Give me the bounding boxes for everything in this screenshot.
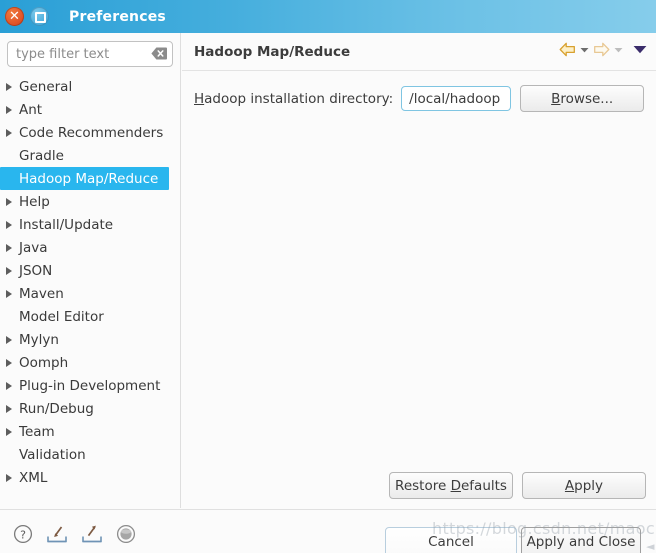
cancel-button[interactable]: Cancel — [385, 527, 517, 553]
page-nav-tools — [559, 42, 647, 57]
close-icon: ✕ — [9, 9, 20, 24]
sidebar-item-label: Ant — [19, 101, 43, 118]
sidebar-item-general[interactable]: General — [0, 75, 180, 98]
sidebar-item-label: JSON — [19, 262, 53, 279]
clear-icon[interactable] — [151, 47, 167, 60]
import-icon[interactable] — [46, 524, 68, 548]
sidebar-item-label: Hadoop Map/Reduce — [19, 170, 159, 187]
help-icon[interactable]: ? — [13, 524, 33, 548]
maximize-icon — [35, 12, 46, 23]
sphere-icon[interactable] — [116, 524, 136, 548]
sidebar-item-label: Maven — [19, 285, 64, 302]
sidebar-item-label: Help — [19, 193, 50, 210]
preferences-tree: General Ant Code Recommenders Gradle Hadoop … — [0, 75, 180, 489]
filter-field-wrapper — [7, 41, 173, 67]
hadoop-directory-row: Hadoop installation directory: Browse... — [194, 85, 656, 112]
hadoop-directory-input[interactable] — [401, 86, 512, 111]
expand-arrow-icon[interactable] — [5, 358, 19, 368]
sidebar-item-java[interactable]: Java — [0, 236, 180, 259]
sidebar-item-code-recommenders[interactable]: Code Recommenders — [0, 121, 180, 144]
expand-arrow-icon[interactable] — [5, 266, 19, 276]
expand-arrow-icon[interactable] — [5, 473, 19, 483]
back-arrow-icon[interactable] — [559, 42, 576, 57]
sidebar-item-run-debug[interactable]: Run/Debug — [0, 397, 180, 420]
label-mnemonic: H — [194, 90, 205, 107]
sidebar-item-install-update[interactable]: Install/Update — [0, 213, 180, 236]
forward-arrow-icon[interactable] — [593, 42, 610, 57]
expand-arrow-icon[interactable] — [5, 427, 19, 437]
window-title: Preferences — [69, 8, 166, 25]
expand-arrow-icon[interactable] — [5, 82, 19, 92]
sidebar-item-team[interactable]: Team — [0, 420, 180, 443]
forward-menu-chevron-down-icon[interactable] — [614, 47, 623, 53]
sidebar-item-gradle[interactable]: Gradle — [0, 144, 180, 167]
apply-mnemonic: A — [564, 477, 575, 494]
footer-button-bar: Cancel Apply and Close — [385, 527, 641, 553]
sidebar-item-label: Gradle — [19, 147, 64, 164]
restore-mnemonic: D — [450, 477, 461, 494]
sidebar-item-model-editor[interactable]: Model Editor — [0, 305, 180, 328]
expand-arrow-icon[interactable] — [5, 243, 19, 253]
expand-arrow-icon[interactable] — [5, 197, 19, 207]
sidebar-item-label: Oomph — [19, 354, 69, 371]
restore-rest: efaults — [460, 477, 507, 494]
close-button[interactable]: ✕ — [5, 7, 24, 26]
sidebar-item-ant[interactable]: Ant — [0, 98, 180, 121]
sidebar-item-help[interactable]: Help — [0, 190, 180, 213]
sidebar-item-label: Plug-in Development — [19, 377, 161, 394]
apply-button[interactable]: Apply — [522, 472, 646, 499]
browse-rest: rowse... — [560, 90, 614, 107]
dialog-footer: ? Cancel Apply and Close — [0, 509, 656, 553]
preference-page: Hadoop Map/Reduce Hadoop installation di… — [182, 33, 656, 508]
sidebar-item-label: Java — [19, 239, 48, 256]
svg-text:?: ? — [20, 528, 26, 541]
sidebar-item-oomph[interactable]: Oomph — [0, 351, 180, 374]
preferences-sidebar: General Ant Code Recommenders Gradle Hadoop … — [0, 33, 181, 508]
page-buttons: Restore Defaults Apply — [389, 472, 646, 499]
page-title: Hadoop Map/Reduce — [194, 43, 351, 60]
restore-prefix: Restore — [395, 477, 451, 494]
sidebar-item-plug-in-development[interactable]: Plug-in Development — [0, 374, 180, 397]
back-menu-chevron-down-icon[interactable] — [580, 47, 589, 53]
title-bar: ✕ Preferences — [0, 0, 656, 33]
sidebar-item-label: Validation — [19, 446, 86, 463]
sidebar-item-mylyn[interactable]: Mylyn — [0, 328, 180, 351]
sidebar-item-hadoop-map-reduce[interactable]: Hadoop Map/Reduce — [0, 167, 169, 190]
sidebar-item-maven[interactable]: Maven — [0, 282, 180, 305]
sidebar-item-label: Team — [19, 423, 55, 440]
expand-arrow-icon[interactable] — [5, 128, 19, 138]
apply-and-close-button[interactable]: Apply and Close — [521, 527, 641, 553]
sidebar-item-label: Run/Debug — [19, 400, 94, 417]
sidebar-item-validation[interactable]: Validation — [0, 443, 180, 466]
sidebar-item-label: Code Recommenders — [19, 124, 164, 141]
sidebar-item-xml[interactable]: XML — [0, 466, 180, 489]
expand-arrow-icon[interactable] — [5, 289, 19, 299]
expand-arrow-icon[interactable] — [5, 105, 19, 115]
expand-arrow-icon[interactable] — [5, 220, 19, 230]
footer-icon-bar: ? — [13, 524, 136, 548]
preferences-dialog: ✕ Preferences General Ant Code Recommender… — [0, 0, 656, 553]
restore-defaults-button[interactable]: Restore Defaults — [389, 472, 513, 499]
search-input[interactable] — [7, 41, 173, 67]
sidebar-item-label: General — [19, 78, 73, 95]
apply-rest: pply — [574, 477, 604, 494]
sidebar-item-json[interactable]: JSON — [0, 259, 180, 282]
sidebar-item-label: XML — [19, 469, 48, 486]
maximize-button[interactable] — [30, 7, 49, 26]
expand-arrow-icon[interactable] — [5, 335, 19, 345]
expand-arrow-icon[interactable] — [5, 404, 19, 414]
page-header: Hadoop Map/Reduce — [182, 33, 656, 71]
sidebar-item-label: Model Editor — [19, 308, 104, 325]
sidebar-item-label: Install/Update — [19, 216, 114, 233]
sidebar-item-label: Mylyn — [19, 331, 59, 348]
view-menu-chevron-down-icon[interactable] — [633, 45, 647, 54]
expand-arrow-icon[interactable] — [5, 381, 19, 391]
hadoop-directory-label: Hadoop installation directory: — [194, 91, 393, 107]
label-rest: adoop installation directory: — [204, 90, 394, 107]
browse-button[interactable]: Browse... — [520, 85, 645, 112]
export-icon[interactable] — [81, 524, 103, 548]
